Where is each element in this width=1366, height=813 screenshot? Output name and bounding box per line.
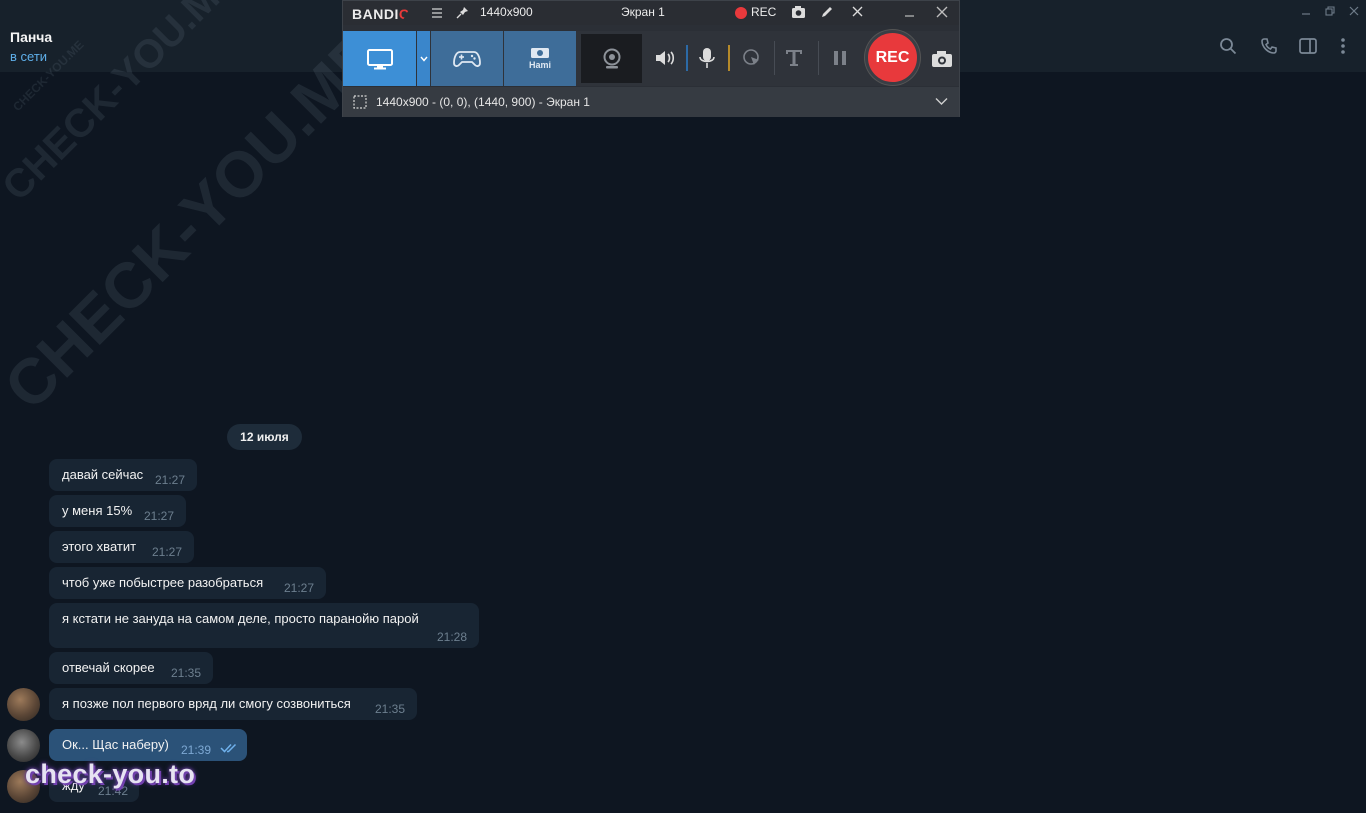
bandicam-titlebar: BANDIC 1440x900 Экран 1 REC	[343, 1, 959, 25]
monitor-icon	[366, 48, 393, 69]
chevron-down-icon[interactable]	[935, 97, 948, 106]
message-time: 21:35	[375, 702, 406, 716]
webcam-icon	[603, 48, 620, 68]
more-button[interactable]	[1332, 35, 1354, 57]
cursor-effects-icon[interactable]	[742, 48, 762, 68]
message-text: отвечай скорее	[62, 660, 155, 675]
date-separator: 12 июля	[227, 424, 302, 450]
message-bubble[interactable]: я кстати не зануда на самом деле, просто…	[49, 603, 479, 648]
brand-watermark: check-you.to	[25, 759, 196, 789]
more-vertical-icon	[1341, 38, 1345, 54]
window-controls	[1294, 0, 1366, 22]
message-bubble-outgoing[interactable]: Ок... Щас наберу) 21:39	[49, 729, 247, 761]
avatar[interactable]	[7, 729, 40, 762]
search-icon	[1220, 38, 1237, 55]
chat-status: в сети	[10, 49, 48, 64]
pause-icon[interactable]	[833, 50, 847, 66]
pencil-icon[interactable]	[820, 5, 834, 19]
speaker-icon[interactable]	[654, 49, 676, 67]
screen-label: Экран 1	[621, 5, 665, 19]
double-check-icon	[220, 743, 237, 753]
message-bubble[interactable]: я позже пол первого вряд ли смогу созвон…	[49, 688, 417, 720]
close-button[interactable]	[1342, 0, 1366, 22]
bandicam-window: BANDIC 1440x900 Экран 1 REC Hami REC 144…	[342, 0, 960, 117]
screen-mode-button[interactable]	[343, 31, 416, 86]
hdmi-label: Hami	[528, 60, 551, 70]
message-text: чтоб уже побыстрее разобраться	[62, 575, 264, 590]
search-button[interactable]	[1217, 35, 1239, 57]
message-text: Ок... Щас наберу)	[62, 737, 169, 752]
message-bubble[interactable]: чтоб уже побыстрее разобраться 21:27	[49, 567, 326, 599]
rec-indicator-label: REC	[751, 5, 777, 19]
call-button[interactable]	[1258, 35, 1280, 57]
rec-indicator-icon	[735, 7, 747, 19]
pin-icon[interactable]	[456, 6, 469, 19]
close-icon	[1349, 6, 1359, 16]
chat-title[interactable]: Панча	[10, 29, 52, 45]
capture-area-text: 1440x900 - (0, 0), (1440, 900) - Экран 1	[376, 95, 590, 109]
message-bubble[interactable]: у меня 15% 21:27	[49, 495, 186, 527]
message-time: 21:27	[284, 581, 315, 595]
restore-button[interactable]	[1318, 0, 1342, 22]
message-time: 21:27	[144, 509, 175, 523]
message-time: 21:27	[155, 473, 186, 487]
message-time: 21:35	[171, 666, 202, 680]
screenshot-small-icon[interactable]	[791, 5, 806, 19]
game-mode-button[interactable]	[431, 31, 503, 86]
close-icon[interactable]	[936, 6, 948, 18]
mic-meter	[728, 45, 730, 71]
menu-icon[interactable]	[431, 7, 443, 19]
restore-icon	[1324, 5, 1335, 16]
resolution-label: 1440x900	[480, 5, 533, 19]
minimize-button[interactable]	[1294, 0, 1318, 22]
close-overlay-icon[interactable]	[852, 6, 863, 17]
gamepad-icon	[453, 50, 481, 67]
webcam-button[interactable]	[581, 34, 642, 83]
bandicam-logo: BANDIC	[352, 6, 410, 22]
minimize-icon	[1302, 13, 1310, 15]
message-time: 21:39	[181, 743, 212, 757]
screen-mode-dropdown[interactable]	[417, 31, 430, 86]
minimize-icon[interactable]	[904, 7, 915, 18]
selection-area-icon	[353, 95, 367, 109]
message-time: 21:28	[437, 630, 468, 644]
sidebar-toggle-button[interactable]	[1297, 35, 1319, 57]
message-bubble[interactable]: отвечай скорее 21:35	[49, 652, 213, 684]
hdmi-mode-button[interactable]: Hami	[504, 31, 576, 86]
record-button[interactable]: REC	[865, 30, 920, 85]
message-text: я кстати не зануда на самом деле, просто…	[62, 611, 419, 626]
message-time: 21:27	[152, 545, 183, 559]
message-text: этого хватит	[62, 539, 137, 554]
watermark-large: CHECK-YOU.ME	[0, 17, 396, 424]
message-text: у меня 15%	[62, 503, 133, 518]
screenshot-icon[interactable]	[931, 50, 953, 68]
phone-icon	[1261, 38, 1277, 54]
avatar[interactable]	[7, 688, 40, 721]
microphone-icon[interactable]	[698, 47, 716, 69]
volume-meter	[686, 45, 688, 71]
message-text: давай сейчас	[62, 467, 144, 482]
text-overlay-icon[interactable]	[785, 49, 803, 67]
sidebar-toggle-icon	[1299, 38, 1317, 54]
capture-area-bar[interactable]: 1440x900 - (0, 0), (1440, 900) - Экран 1	[343, 87, 959, 117]
message-bubble[interactable]: этого хватит 21:27	[49, 531, 194, 563]
message-bubble[interactable]: давай сейчас 21:27	[49, 459, 197, 491]
hdmi-device-icon	[531, 48, 549, 58]
message-text: я позже пол первого вряд ли смогу созвон…	[62, 696, 351, 711]
chevron-down-icon	[419, 56, 428, 62]
